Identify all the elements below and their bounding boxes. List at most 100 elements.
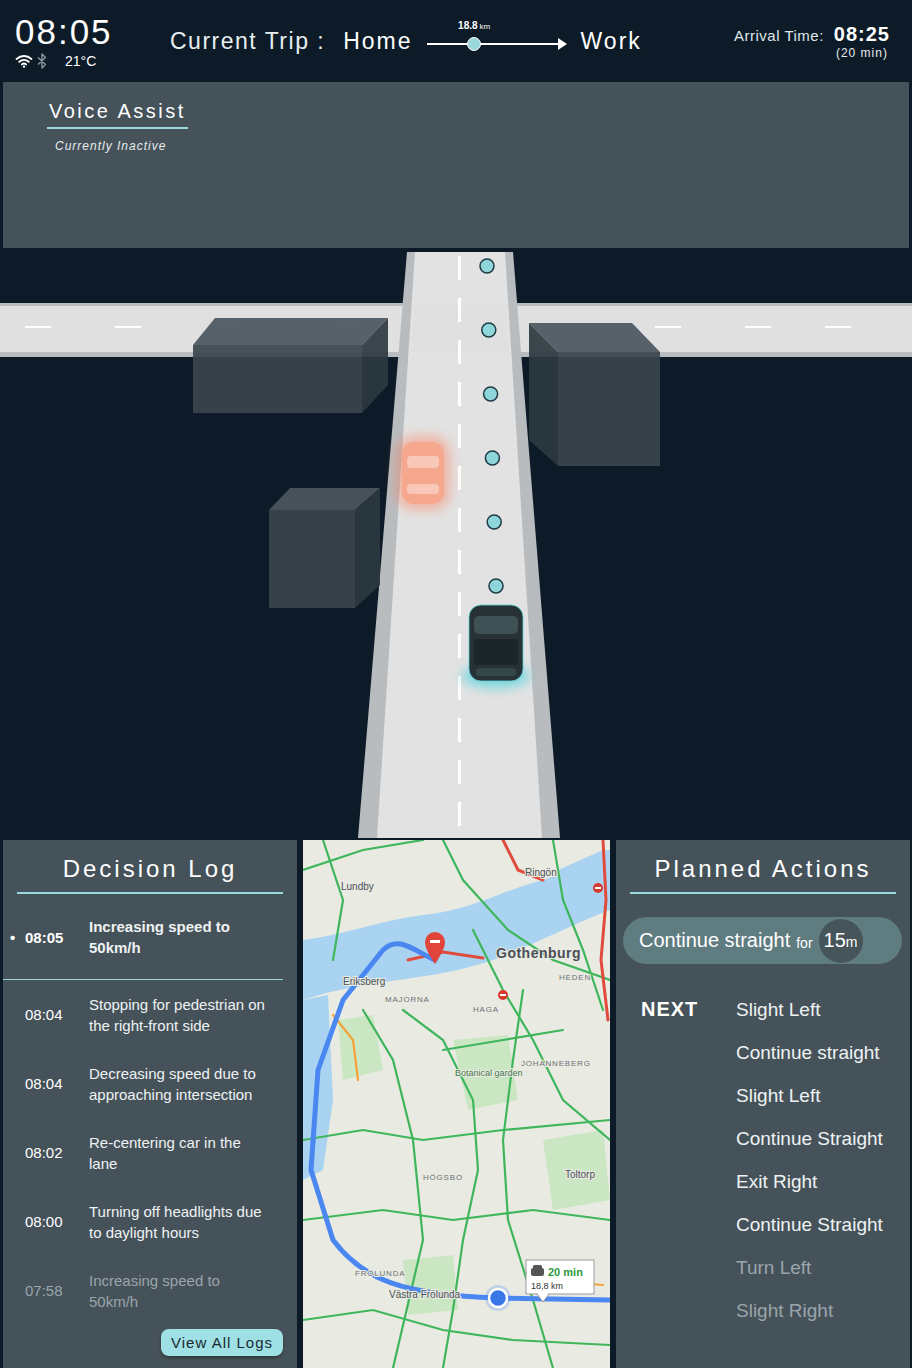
trip-progress-line bbox=[427, 43, 561, 45]
building bbox=[193, 318, 388, 413]
parks bbox=[338, 1015, 610, 1315]
decision-log-panel: Decision Log•08:05Increasing speed to 50… bbox=[3, 840, 297, 1368]
log-time: •08:05 bbox=[25, 929, 89, 946]
planned-actions-title: Planned Actions bbox=[630, 840, 896, 894]
temperature: 21°C bbox=[65, 53, 96, 69]
wifi-icon bbox=[15, 54, 33, 68]
log-text: Decreasing speed due to approaching inte… bbox=[89, 1063, 271, 1105]
map-label: Eriksberg bbox=[343, 976, 385, 987]
next-action: Slight Right bbox=[736, 1289, 906, 1332]
traffic-roads bbox=[303, 840, 610, 1368]
status-row: 21°C bbox=[15, 53, 170, 69]
building bbox=[529, 323, 660, 466]
arrival: Arrival Time:08:25(20 min) bbox=[734, 23, 890, 60]
building bbox=[269, 488, 380, 608]
log-text: Turning off headlights due to daylight h… bbox=[89, 1201, 271, 1243]
path-dot bbox=[485, 451, 499, 465]
trip-label: Current Trip : bbox=[170, 28, 325, 55]
log-time: 08:00 bbox=[25, 1213, 89, 1230]
decision-log-footer: View All Logs bbox=[3, 1329, 297, 1368]
log-entry: 08:04Stopping for pedestrian on the righ… bbox=[3, 980, 297, 1049]
trip-progress-dot bbox=[467, 37, 481, 51]
arrival-label: Arrival Time: bbox=[734, 27, 824, 44]
log-entry: 08:04Decreasing speed due to approaching… bbox=[3, 1049, 297, 1118]
next-action: Slight Left bbox=[736, 1074, 906, 1117]
cross-road bbox=[0, 303, 912, 357]
no-entry-markers bbox=[498, 883, 603, 1000]
path-dot bbox=[482, 323, 496, 337]
next-action: Exit Right bbox=[736, 1160, 906, 1203]
voice-assist-status: Currently Inactive bbox=[55, 139, 865, 153]
voice-assist-panel[interactable]: Voice Assist Currently Inactive bbox=[3, 82, 909, 248]
path-dot bbox=[489, 579, 503, 593]
planned-actions-panel: Planned Actions Continue straight for 15m NE… bbox=[616, 840, 910, 1368]
current-action: Continue straight for 15m bbox=[623, 917, 902, 964]
bluetooth-icon bbox=[37, 53, 47, 69]
map-label: JOHANNEBERG bbox=[521, 1059, 591, 1068]
clock-time: 08:05 bbox=[15, 13, 170, 51]
log-time: 08:04 bbox=[25, 1075, 89, 1092]
destination-pin[interactable] bbox=[425, 932, 445, 964]
view-all-logs-button[interactable]: View All Logs bbox=[161, 1329, 283, 1356]
map-label: Lundby bbox=[341, 881, 374, 892]
voice-assist-title: Voice Assist bbox=[47, 100, 188, 129]
log-text: Stopping for pedestrian on the right-fro… bbox=[89, 994, 271, 1036]
map-label: FRÖLUNDA bbox=[355, 1269, 405, 1278]
trip-distance: 18.8km bbox=[458, 20, 490, 31]
arrow-icon bbox=[558, 38, 567, 50]
log-entry: 08:00Turning off headlights due to dayli… bbox=[3, 1187, 297, 1256]
log-entry: •08:05Increasing speed to 50km/h bbox=[3, 916, 283, 980]
log-text: Re-centering car in the lane bbox=[89, 1132, 271, 1174]
trip-origin: Home bbox=[343, 28, 412, 55]
current-action-text: Continue straight bbox=[639, 929, 790, 952]
path-dot bbox=[480, 259, 494, 273]
trip-destination: Work bbox=[581, 28, 642, 55]
main-road bbox=[358, 252, 560, 838]
map-panel[interactable]: Lundby Ringön Gothenburg Eriksberg HEDEN MAJO… bbox=[303, 840, 610, 1368]
map-label: Ringön bbox=[525, 867, 557, 878]
route-badge: 20 min 18,8 km bbox=[526, 1260, 594, 1302]
next-action: Slight Left bbox=[736, 988, 906, 1031]
next-action: Turn Left bbox=[736, 1246, 906, 1289]
map-label: Gothenburg bbox=[496, 945, 581, 961]
map-label: MAJORNA bbox=[385, 995, 430, 1004]
svg-text:18,8 km: 18,8 km bbox=[531, 1281, 563, 1291]
next-action: Continue straight bbox=[736, 1031, 906, 1074]
log-text: Increasing speed to 50km/h bbox=[89, 1270, 271, 1312]
path-dot bbox=[487, 515, 501, 529]
current-location bbox=[485, 1285, 511, 1311]
current-action-connector: for bbox=[796, 935, 812, 951]
log-entry: 08:02Re-centering car in the lane bbox=[3, 1118, 297, 1187]
map-label: HÖGSBO bbox=[423, 1173, 463, 1182]
map-label: Västra Frölunda bbox=[389, 1289, 461, 1300]
arrival-time: 08:25 bbox=[834, 23, 890, 46]
map-label: HEDEN bbox=[559, 973, 591, 982]
path-dot bbox=[484, 387, 498, 401]
scene-drawing bbox=[0, 248, 912, 838]
log-time: 08:04 bbox=[25, 1006, 89, 1023]
trip-progress: 18.8km bbox=[427, 26, 567, 56]
log-time: 07:58 bbox=[25, 1282, 89, 1299]
route-line bbox=[311, 944, 610, 1300]
top-bar: 08:05 21°C Current Trip : Home 18.8km Work Arr… bbox=[0, 0, 912, 82]
clock-block: 08:05 21°C bbox=[15, 13, 170, 69]
map-label: Toltorp bbox=[565, 1169, 595, 1180]
next-action: Continue Straight bbox=[736, 1117, 906, 1160]
dashboard: 08:05 21°C Current Trip : Home 18.8km Work Arr… bbox=[0, 0, 912, 1368]
next-action: Continue Straight bbox=[736, 1203, 906, 1246]
current-action-distance: 15m bbox=[819, 919, 863, 963]
current-bullet: • bbox=[10, 929, 15, 946]
driving-scene bbox=[0, 248, 912, 838]
log-text: Increasing speed to 50km/h bbox=[89, 916, 271, 958]
other-vehicle bbox=[396, 436, 450, 510]
route-map[interactable]: Lundby Ringön Gothenburg Eriksberg HEDEN MAJO… bbox=[303, 840, 610, 1368]
ego-vehicle bbox=[462, 605, 530, 688]
next-label: NEXT bbox=[641, 988, 736, 1332]
next-list: Slight LeftContinue straightSlight LeftC… bbox=[736, 988, 906, 1332]
bottom-panels: Decision Log•08:05Increasing speed to 50… bbox=[0, 838, 912, 1368]
map-label: Botanical garden bbox=[455, 1068, 523, 1078]
trip: Current Trip : Home 18.8km Work bbox=[170, 26, 642, 56]
svg-text:20 min: 20 min bbox=[548, 1266, 583, 1278]
next-actions: NEXTSlight LeftContinue straightSlight L… bbox=[616, 988, 910, 1332]
log-time: 08:02 bbox=[25, 1144, 89, 1161]
